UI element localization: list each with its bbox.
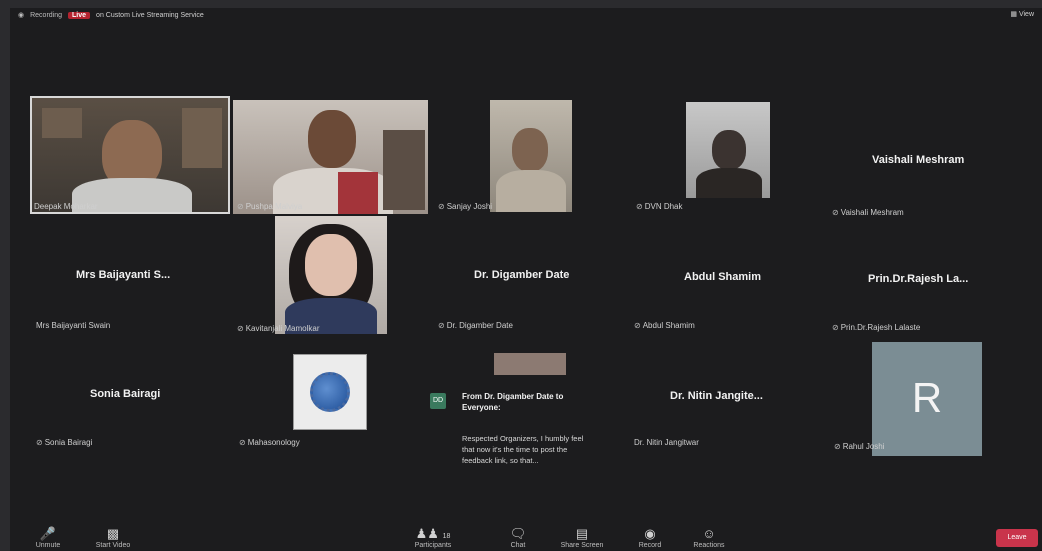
participants-button[interactable]: ♟♟ 18 Participants xyxy=(408,526,458,549)
top-bar: ◉ Recording Live on Custom Live Streamin… xyxy=(10,8,1042,22)
participant-name: Dr. Nitin Jangitwar xyxy=(634,438,699,447)
participant-video xyxy=(490,100,572,212)
microphone-muted-icon: ⊘ xyxy=(832,323,839,332)
participant-name: ⊘ Abdul Shamim xyxy=(634,321,695,330)
participant-name: Deepak Moharkar xyxy=(34,202,98,211)
participant-tile[interactable]: Abdul Shamim ⊘ Abdul Shamim xyxy=(628,223,824,338)
chat-sender-avatar: DD xyxy=(430,393,446,409)
microphone-muted-icon: ⊘ xyxy=(634,321,641,330)
participant-name: ⊘ DVN Dhak xyxy=(636,202,683,211)
participant-tile[interactable]: Prin.Dr.Rajesh La... ⊘ Prin.Dr.Rajesh Lal… xyxy=(826,223,1022,338)
participant-name: ⊘ Pushpa Malviya xyxy=(237,202,303,211)
chat-button[interactable]: 🗨 Chat xyxy=(498,526,538,549)
share-screen-button[interactable]: ▤ Share Screen xyxy=(556,526,608,549)
participant-display-name: Dr. Nitin Jangite... xyxy=(670,390,763,402)
participant-name: ⊘ Dr. Digamber Date xyxy=(438,321,513,330)
participant-name: ⊘ Mahasonology xyxy=(239,438,300,447)
microphone-muted-icon: ⊘ xyxy=(237,324,244,333)
participant-name: ⊘ Prin.Dr.Rajesh Lalaste xyxy=(832,323,921,332)
record-icon: ◉ xyxy=(644,526,656,541)
participant-tile[interactable]: ⊘ Kavitanjali Mamolkar xyxy=(233,216,428,338)
participant-video xyxy=(275,216,387,334)
chat-sender: From Dr. Digamber Date to Everyone: xyxy=(462,392,564,412)
participant-display-name: Vaishali Meshram xyxy=(872,154,965,166)
participant-tile[interactable]: ⊘ Pushpa Malviya xyxy=(233,100,428,214)
globe-icon xyxy=(310,372,350,412)
participant-tile[interactable]: Mrs Baijayanti S... Mrs Baijayanti Swain xyxy=(30,223,230,338)
participant-video xyxy=(233,100,428,214)
microphone-muted-icon: ⊘ xyxy=(438,321,445,330)
zoom-meeting-window: ◉ Recording Live on Custom Live Streamin… xyxy=(10,8,1042,551)
reactions-button[interactable]: ☺ Reactions xyxy=(686,526,732,549)
microphone-icon: 🎤 xyxy=(39,526,57,541)
live-badge[interactable]: Live xyxy=(68,11,91,19)
participant-name: ⊘ Vaishali Meshram xyxy=(832,208,904,217)
microphone-muted-icon: ⊘ xyxy=(36,438,43,447)
participant-name: ⊘ Rahul Joshi xyxy=(834,442,885,451)
participant-video xyxy=(686,102,770,198)
participant-display-name: Prin.Dr.Rajesh La... xyxy=(868,273,969,285)
participant-tile[interactable]: Deepak Moharkar xyxy=(30,96,230,214)
participant-display-name: Dr. Digamber Date xyxy=(474,269,570,281)
start-video-button[interactable]: ▩ Start Video xyxy=(88,526,138,549)
participant-video xyxy=(30,96,230,214)
participant-display-name: Abdul Shamim xyxy=(684,271,762,283)
chat-header-bar xyxy=(494,353,566,375)
meeting-toolbar: 🎤 Unmute ▩ Start Video ♟♟ 18 Participant… xyxy=(10,517,1042,551)
microphone-muted-icon: ⊘ xyxy=(832,208,839,217)
leave-button[interactable]: Leave xyxy=(996,529,1038,547)
reactions-icon: ☺ xyxy=(702,526,716,541)
participant-avatar: R xyxy=(872,342,982,456)
participant-tile[interactable]: ⊘ Sanjay Joshi xyxy=(430,96,626,214)
shield-icon: ◉ xyxy=(18,12,25,19)
microphone-muted-icon: ⊘ xyxy=(438,202,445,211)
participant-tile[interactable]: Vaishali Meshram ⊘ Vaishali Meshram xyxy=(826,96,1022,217)
share-screen-icon: ▤ xyxy=(575,526,589,541)
participant-tile[interactable]: Sonia Bairagi ⊘ Sonia Bairagi xyxy=(30,348,230,460)
microphone-muted-icon: ⊘ xyxy=(834,442,841,451)
view-button[interactable]: ▦ View xyxy=(1010,10,1034,18)
record-button[interactable]: ◉ Record xyxy=(630,526,670,549)
participant-name: Mrs Baijayanti Swain xyxy=(36,321,111,330)
participant-tile[interactable]: ⊘ DVN Dhak xyxy=(628,96,824,214)
participant-display-name: Sonia Bairagi xyxy=(90,388,161,400)
participant-tile[interactable]: Dr. Nitin Jangite... Dr. Nitin Jangitwar xyxy=(628,348,824,460)
microphone-muted-icon: ⊘ xyxy=(636,202,643,211)
participant-tile[interactable]: ⊘ Mahasonology xyxy=(233,348,428,460)
participant-name: ⊘ Sonia Bairagi xyxy=(36,438,93,447)
participant-tile[interactable]: Dr. Digamber Date ⊘ Dr. Digamber Date xyxy=(430,223,626,338)
unmute-button[interactable]: 🎤 Unmute xyxy=(28,526,68,549)
microphone-muted-icon: ⊘ xyxy=(237,202,244,211)
live-stream-title[interactable]: on Custom Live Streaming Service xyxy=(96,12,204,19)
participant-display-name: Mrs Baijayanti S... xyxy=(76,269,171,281)
recording-status: Recording xyxy=(30,11,63,19)
participant-tile[interactable]: R ⊘ Rahul Joshi xyxy=(826,342,1022,460)
microphone-muted-icon: ⊘ xyxy=(239,438,246,447)
chat-icon: 🗨 xyxy=(509,526,527,541)
participants-icon: ♟♟ 18 xyxy=(415,526,451,541)
participant-name: ⊘ Sanjay Joshi xyxy=(438,202,493,211)
chat-message: Respected Organizers, I humbly feel that… xyxy=(462,434,584,465)
chat-notification[interactable]: DD From Dr. Digamber Date to Everyone: R… xyxy=(430,353,600,493)
participant-logo-image xyxy=(293,354,367,430)
participant-name: ⊘ Kavitanjali Mamolkar xyxy=(237,324,320,333)
avatar-letter: R xyxy=(911,374,943,421)
video-camera-icon: ▩ xyxy=(106,526,120,541)
